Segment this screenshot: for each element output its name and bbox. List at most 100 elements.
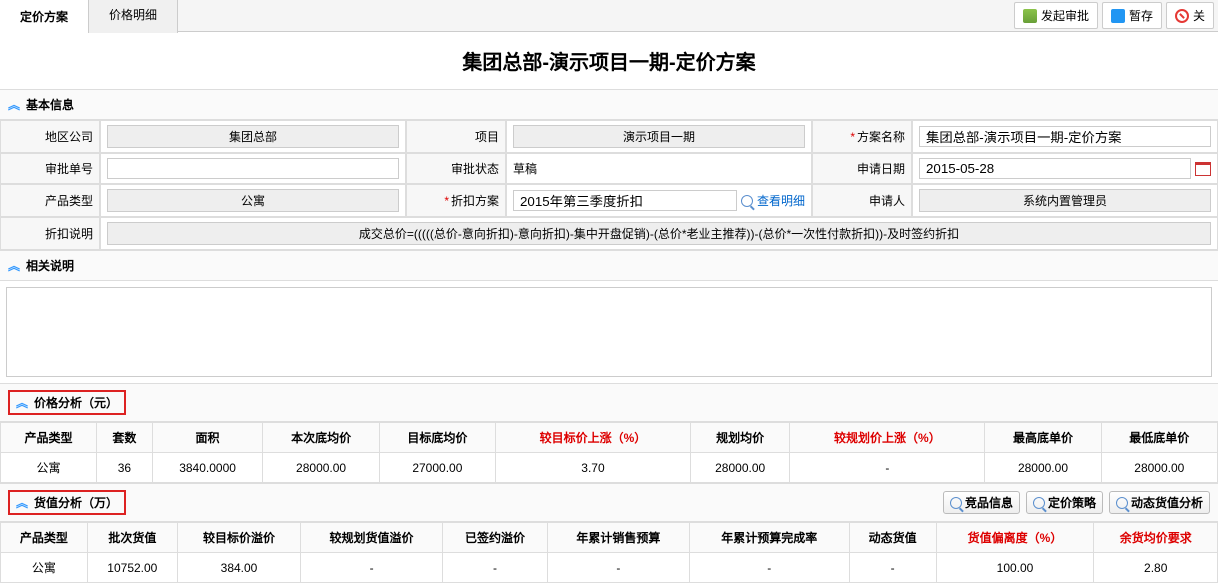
column-header: 较规划货值溢价 bbox=[301, 523, 443, 553]
tab-price-detail[interactable]: 价格明细 bbox=[89, 0, 178, 33]
discount-desc-field: 成交总价=(((((总价-意向折扣)-意向折扣)-集中开盘促销)-(总价*老业主… bbox=[107, 222, 1211, 245]
search-icon bbox=[950, 497, 962, 509]
section-related-header[interactable]: ︽ 相关说明 bbox=[0, 250, 1218, 281]
approval-status-field: 草稿 bbox=[506, 153, 812, 184]
table-row: 公寓10752.00384.00-----100.002.80 bbox=[1, 553, 1218, 583]
plan-name-label: *方案名称 bbox=[812, 120, 912, 153]
save-icon bbox=[1111, 9, 1125, 23]
table-row: 公寓363840.000028000.0027000.003.7028000.0… bbox=[1, 453, 1218, 483]
save-button[interactable]: 暂存 bbox=[1102, 2, 1162, 29]
section-price-title: 价格分析（元） bbox=[34, 394, 118, 411]
column-header: 已签约溢价 bbox=[442, 523, 547, 553]
value-analysis-table: 产品类型批次货值较目标价溢价较规划货值溢价已签约溢价年累计销售预算年累计预算完成… bbox=[0, 522, 1218, 583]
competitor-info-button[interactable]: 竞品信息 bbox=[943, 491, 1020, 514]
column-header: 批次货值 bbox=[87, 523, 177, 553]
table-cell: 公寓 bbox=[1, 553, 88, 583]
section-value-title: 货值分析（万） bbox=[34, 494, 118, 511]
applicant-field: 系统内置管理员 bbox=[919, 189, 1211, 212]
tab-pricing-plan[interactable]: 定价方案 bbox=[0, 0, 89, 33]
approve-button[interactable]: 发起审批 bbox=[1014, 2, 1098, 29]
tab-bar: 定价方案 价格明细 bbox=[0, 0, 178, 33]
region-company-field: 集团总部 bbox=[107, 125, 399, 148]
related-textarea[interactable] bbox=[6, 287, 1212, 377]
column-header: 套数 bbox=[97, 423, 153, 453]
section-value-header[interactable]: ︽ 货值分析（万） 竞品信息 定价策略 动态货值分析 bbox=[0, 483, 1218, 522]
region-company-label: 地区公司 bbox=[0, 120, 100, 153]
column-header: 目标底均价 bbox=[379, 423, 495, 453]
collapse-icon: ︽ bbox=[16, 494, 28, 511]
column-header: 较规划价上涨（%） bbox=[790, 423, 985, 453]
collapse-icon: ︽ bbox=[16, 394, 28, 411]
apply-date-input[interactable] bbox=[919, 158, 1191, 179]
close-icon bbox=[1175, 9, 1189, 23]
price-analysis-table: 产品类型套数面积本次底均价目标底均价较目标价上涨（%）规划均价较规划价上涨（%）… bbox=[0, 422, 1218, 483]
close-label: 关 bbox=[1193, 7, 1205, 24]
approval-no-input[interactable] bbox=[107, 158, 399, 179]
table-cell: 100.00 bbox=[936, 553, 1094, 583]
search-icon[interactable] bbox=[741, 195, 753, 207]
table-cell: 10752.00 bbox=[87, 553, 177, 583]
view-detail-link[interactable]: 查看明细 bbox=[757, 192, 805, 209]
table-cell: 36 bbox=[97, 453, 153, 483]
applicant-label: 申请人 bbox=[812, 184, 912, 217]
column-header: 最低底单价 bbox=[1101, 423, 1217, 453]
column-header: 产品类型 bbox=[1, 423, 97, 453]
table-cell: 28000.00 bbox=[690, 453, 790, 483]
column-header: 余货均价要求 bbox=[1094, 523, 1218, 553]
column-header: 本次底均价 bbox=[263, 423, 379, 453]
section-basic-header[interactable]: ︽ 基本信息 bbox=[0, 89, 1218, 120]
collapse-icon: ︽ bbox=[8, 96, 20, 113]
approval-status-label: 审批状态 bbox=[406, 153, 506, 184]
table-cell: - bbox=[548, 553, 690, 583]
table-cell: - bbox=[301, 553, 443, 583]
discount-plan-input[interactable] bbox=[513, 190, 737, 211]
save-label: 暂存 bbox=[1129, 7, 1153, 24]
approval-no-label: 审批单号 bbox=[0, 153, 100, 184]
table-cell: 3840.0000 bbox=[152, 453, 263, 483]
calendar-icon[interactable] bbox=[1195, 162, 1211, 176]
close-button[interactable]: 关 bbox=[1166, 2, 1214, 29]
dynamic-value-button[interactable]: 动态货值分析 bbox=[1109, 491, 1210, 514]
discount-plan-label: *折扣方案 bbox=[406, 184, 506, 217]
apply-date-label: 申请日期 bbox=[812, 153, 912, 184]
project-label: 项目 bbox=[406, 120, 506, 153]
column-header: 面积 bbox=[152, 423, 263, 453]
column-header: 最高底单价 bbox=[985, 423, 1101, 453]
table-cell: 3.70 bbox=[496, 453, 691, 483]
top-toolbar: 定价方案 价格明细 发起审批 暂存 关 bbox=[0, 0, 1218, 32]
table-cell: 28000.00 bbox=[985, 453, 1101, 483]
project-field: 演示项目一期 bbox=[513, 125, 805, 148]
column-header: 货值偏离度（%） bbox=[936, 523, 1094, 553]
product-type-field: 公寓 bbox=[107, 189, 399, 212]
section-basic-title: 基本信息 bbox=[26, 96, 74, 113]
plan-name-input[interactable] bbox=[919, 126, 1211, 147]
table-cell: - bbox=[442, 553, 547, 583]
table-cell: 2.80 bbox=[1094, 553, 1218, 583]
table-cell: - bbox=[790, 453, 985, 483]
table-cell: 384.00 bbox=[177, 553, 300, 583]
discount-desc-label: 折扣说明 bbox=[0, 217, 100, 250]
table-cell: 公寓 bbox=[1, 453, 97, 483]
section-price-header[interactable]: ︽ 价格分析（元） bbox=[0, 383, 1218, 422]
table-cell: 27000.00 bbox=[379, 453, 495, 483]
product-type-label: 产品类型 bbox=[0, 184, 100, 217]
collapse-icon: ︽ bbox=[8, 257, 20, 274]
approve-label: 发起审批 bbox=[1041, 7, 1089, 24]
column-header: 较目标价溢价 bbox=[177, 523, 300, 553]
table-cell: - bbox=[849, 553, 936, 583]
column-header: 规划均价 bbox=[690, 423, 790, 453]
basic-form: 地区公司 集团总部 项目 演示项目一期 *方案名称 审批单号 审批状态 草稿 申… bbox=[0, 120, 1218, 250]
search-icon bbox=[1033, 497, 1045, 509]
section-related-title: 相关说明 bbox=[26, 257, 74, 274]
table-cell: 28000.00 bbox=[263, 453, 379, 483]
search-icon bbox=[1116, 497, 1128, 509]
page-title: 集团总部-演示项目一期-定价方案 bbox=[0, 32, 1218, 89]
column-header: 年累计预算完成率 bbox=[689, 523, 849, 553]
column-header: 动态货值 bbox=[849, 523, 936, 553]
column-header: 年累计销售预算 bbox=[548, 523, 690, 553]
table-cell: - bbox=[689, 553, 849, 583]
column-header: 产品类型 bbox=[1, 523, 88, 553]
pricing-strategy-button[interactable]: 定价策略 bbox=[1026, 491, 1103, 514]
column-header: 较目标价上涨（%） bbox=[496, 423, 691, 453]
approve-icon bbox=[1023, 9, 1037, 23]
